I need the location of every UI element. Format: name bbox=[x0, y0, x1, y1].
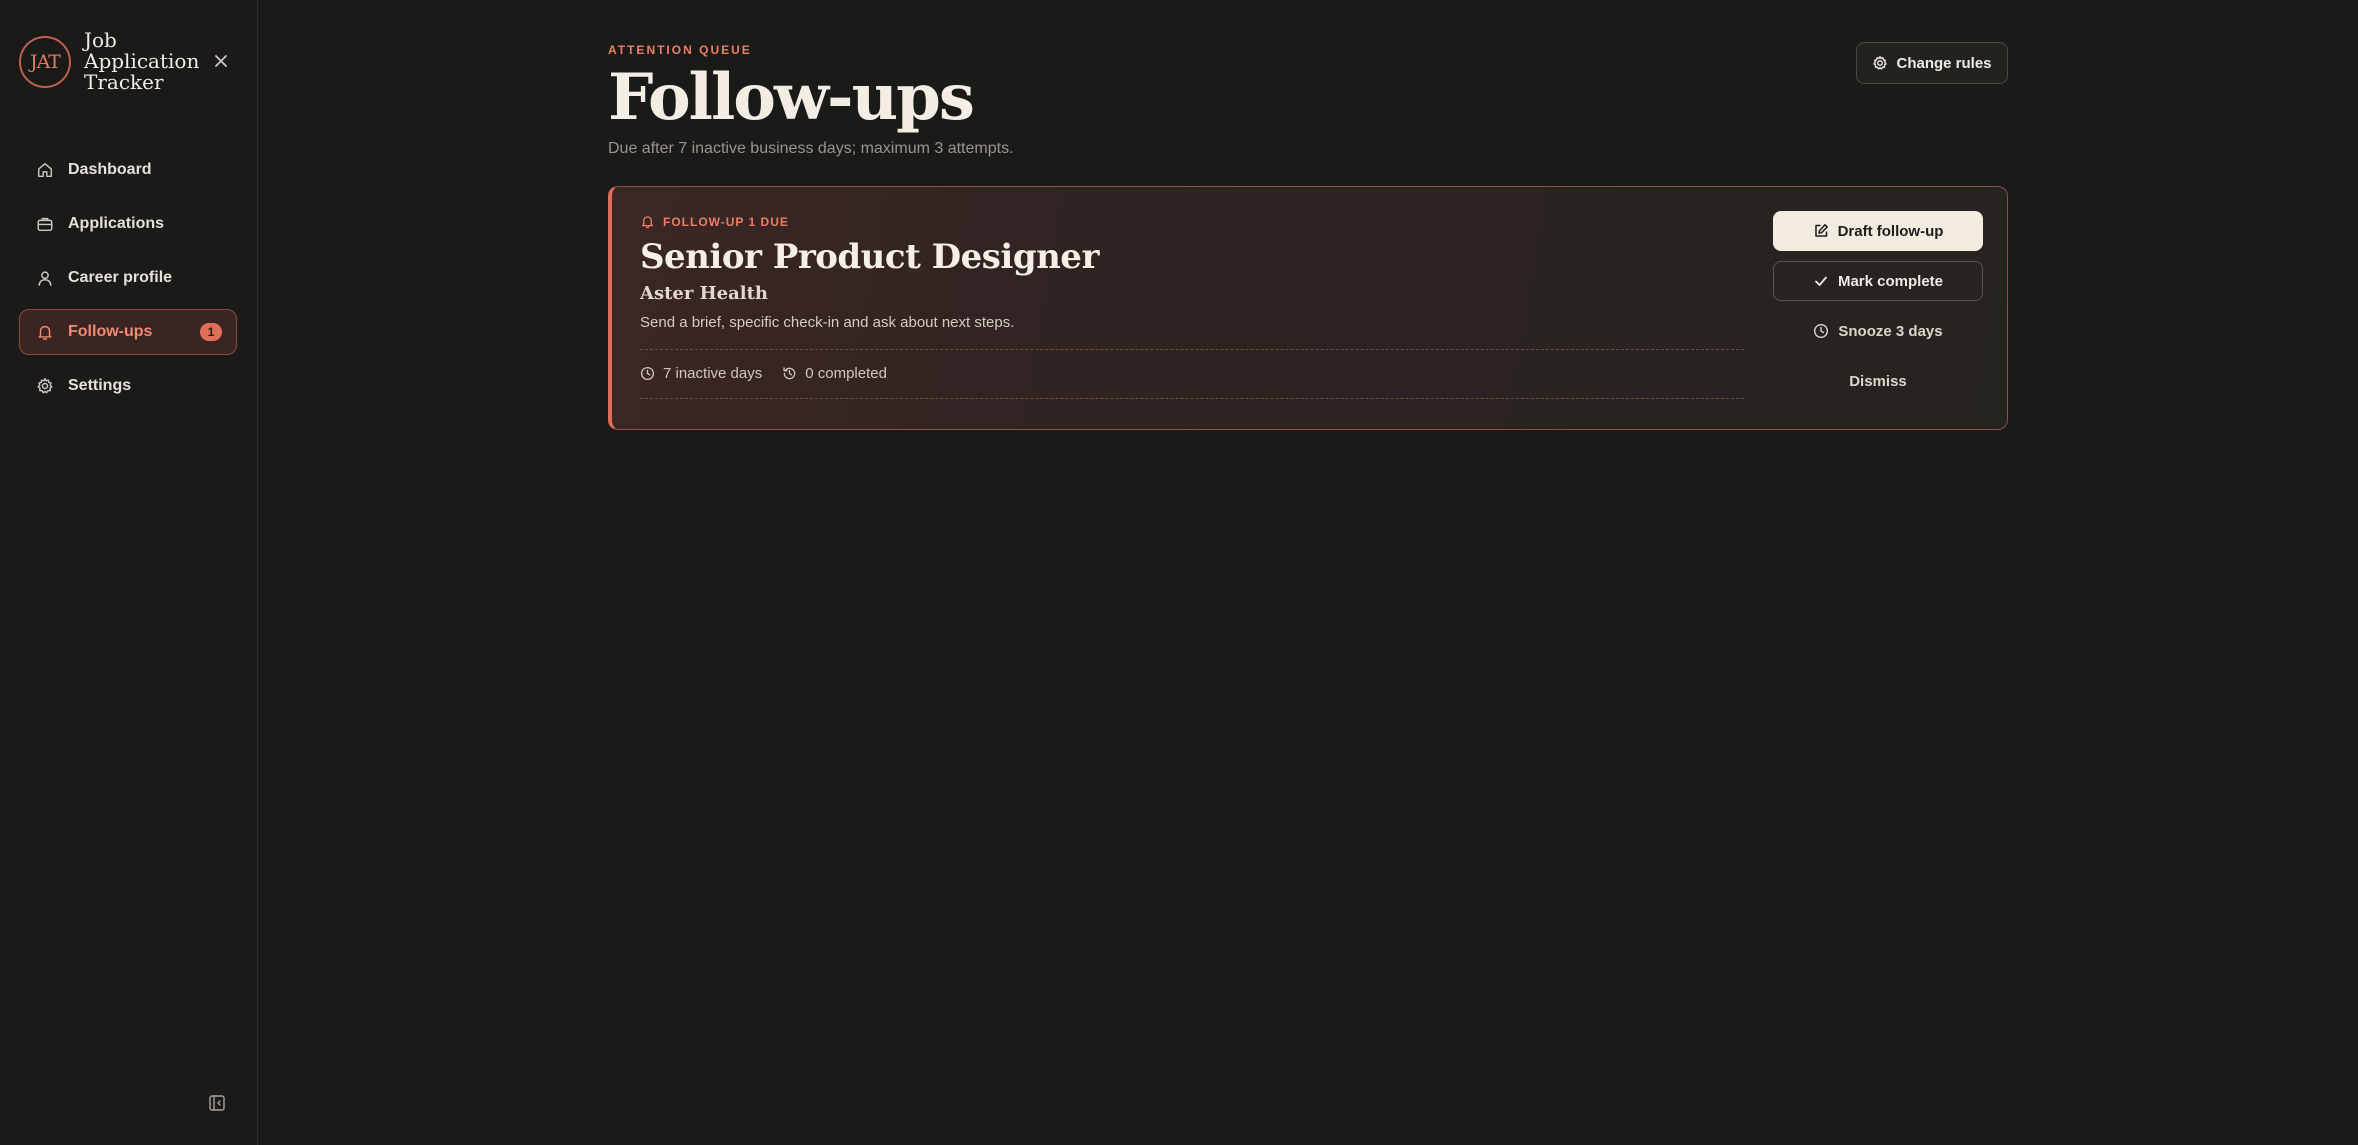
check-icon bbox=[1815, 276, 1827, 286]
home-icon bbox=[37, 162, 53, 178]
sidebar: JAT Job Application Tracker Dashboard Ap… bbox=[0, 0, 258, 1145]
clock-icon bbox=[640, 366, 655, 381]
sidebar-nav: Dashboard Applications Career profile Fo… bbox=[19, 147, 237, 417]
user-icon bbox=[38, 271, 52, 286]
completed-count: 0 completed bbox=[782, 365, 887, 382]
page-title: Follow-ups bbox=[608, 60, 975, 135]
draft-follow-up-label: Draft follow-up bbox=[1837, 222, 1944, 240]
edit-icon bbox=[1814, 224, 1828, 237]
sidebar-item-label: Dashboard bbox=[68, 161, 152, 178]
draft-follow-up-button[interactable]: Draft follow-up bbox=[1773, 211, 1983, 251]
dismiss-label: Dismiss bbox=[1849, 372, 1907, 390]
history-icon bbox=[783, 367, 796, 380]
mark-complete-button[interactable]: Mark complete bbox=[1773, 261, 1983, 301]
sidebar-item-settings[interactable]: Settings bbox=[19, 363, 237, 409]
sidebar-item-applications[interactable]: Applications bbox=[19, 201, 237, 247]
close-icon bbox=[215, 55, 227, 67]
sidebar-item-dashboard[interactable]: Dashboard bbox=[19, 147, 237, 193]
dismiss-button[interactable]: Dismiss bbox=[1773, 361, 1983, 401]
divider bbox=[640, 398, 1744, 399]
snooze-button[interactable]: Snooze 3 days bbox=[1773, 311, 1983, 351]
inactive-days: 7 inactive days bbox=[640, 365, 762, 382]
sidebar-item-follow-ups[interactable]: Follow-ups 1 bbox=[19, 309, 237, 355]
sidebar-item-label: Follow-ups bbox=[68, 323, 153, 340]
inactive-days-label: 7 inactive days bbox=[663, 365, 763, 382]
follow-up-status-label: FOLLOW-UP 1 DUE bbox=[663, 214, 789, 229]
bell-icon bbox=[641, 216, 654, 229]
follow-ups-count-badge: 1 bbox=[200, 323, 222, 341]
gear-icon bbox=[37, 378, 53, 394]
follow-up-card: FOLLOW-UP 1 DUE Senior Product Designer … bbox=[608, 186, 2008, 430]
sidebar-item-label: Applications bbox=[68, 215, 165, 232]
gear-icon bbox=[1873, 55, 1888, 70]
divider bbox=[640, 349, 1744, 350]
snooze-label: Snooze 3 days bbox=[1838, 322, 1943, 340]
follow-up-meta: 7 inactive days 0 completed bbox=[640, 365, 907, 382]
company-name: Aster Health bbox=[640, 283, 768, 304]
collapse-sidebar-button[interactable] bbox=[208, 1094, 228, 1114]
clock-icon bbox=[1814, 323, 1829, 339]
sidebar-item-label: Career profile bbox=[68, 269, 173, 286]
brand[interactable]: JAT Job Application Tracker bbox=[19, 30, 199, 93]
app-logo: JAT bbox=[19, 35, 71, 88]
sidebar-item-career-profile[interactable]: Career profile bbox=[19, 255, 237, 301]
completed-count-label: 0 completed bbox=[805, 365, 887, 382]
page-eyebrow: ATTENTION QUEUE bbox=[608, 43, 752, 57]
job-title: Senior Product Designer bbox=[640, 237, 1099, 277]
bell-icon bbox=[38, 325, 52, 341]
change-rules-button[interactable]: Change rules bbox=[1856, 42, 2008, 84]
follow-up-actions: Draft follow-up Mark complete Snooze 3 d… bbox=[1773, 211, 1983, 411]
page-subtitle: Due after 7 inactive business days; maxi… bbox=[608, 140, 1014, 157]
change-rules-label: Change rules bbox=[1896, 54, 1992, 72]
follow-up-hint: Send a brief, specific check-in and ask … bbox=[640, 314, 1015, 331]
sidebar-collapse-icon bbox=[209, 1095, 225, 1111]
follow-up-status: FOLLOW-UP 1 DUE bbox=[640, 214, 789, 229]
briefcase-icon bbox=[37, 217, 53, 232]
sidebar-item-label: Settings bbox=[68, 377, 132, 394]
close-sidebar-button[interactable] bbox=[210, 50, 232, 72]
mark-complete-label: Mark complete bbox=[1837, 272, 1944, 290]
app-name: Job Application Tracker bbox=[84, 28, 200, 94]
